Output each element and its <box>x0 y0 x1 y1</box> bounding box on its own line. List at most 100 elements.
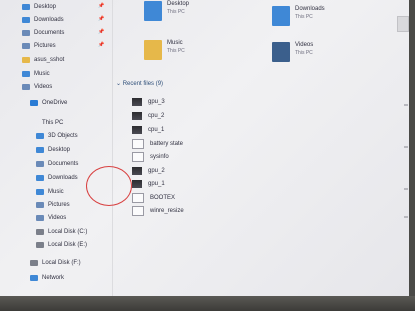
recent-file-row[interactable]: gpu_3 <box>132 96 165 108</box>
recent-file-row[interactable]: battery state <box>132 138 183 150</box>
pin-icon: 📌 <box>98 42 105 48</box>
folder-icon <box>272 42 290 62</box>
sidebar-item-label: Videos <box>34 83 53 90</box>
sidebar-item-label: Pictures <box>48 201 70 208</box>
sidebar-item-label: Local Disk (E:) <box>48 241 88 248</box>
file-name: gpu_3 <box>148 99 165 105</box>
image-file-icon <box>132 167 142 175</box>
document-file-icon <box>132 139 144 149</box>
pin-icon: 📌 <box>98 3 105 9</box>
pin-icon: 📌 <box>98 29 105 35</box>
sidebar-item[interactable]: Network <box>30 272 64 283</box>
folder-icon <box>36 188 44 195</box>
sidebar-item[interactable]: Pictures <box>36 199 70 210</box>
folder-icon <box>36 201 44 208</box>
sidebar-item[interactable]: Desktop <box>22 1 56 12</box>
file-explorer-window: Desktop 📌 Downloads 📌 Documents 📌 Pictures 📌 asu… <box>0 0 410 300</box>
recent-file-row[interactable]: cpu_2 <box>132 110 164 122</box>
sidebar-item[interactable]: Desktop <box>36 144 70 155</box>
document-file-icon <box>132 152 144 162</box>
sidebar-item[interactable]: Videos <box>36 212 66 223</box>
sidebar-item[interactable]: Documents <box>36 158 78 169</box>
quick-access-content: ⌄ Recent files (9) Desktop This PC Downloa… <box>112 0 410 300</box>
folder-icon <box>36 174 44 181</box>
chevron-down-icon: ⌄ <box>116 81 123 87</box>
computer-icon <box>30 120 38 126</box>
sidebar-item[interactable]: Music <box>36 186 64 197</box>
file-name: gpu_2 <box>148 168 165 174</box>
file-name: winre_resize <box>150 208 184 214</box>
sidebar-item[interactable]: Pictures <box>22 40 56 51</box>
sidebar-item-label: Local Disk (C:) <box>48 228 88 235</box>
sidebar-item[interactable]: Local Disk (E:) <box>36 239 87 250</box>
folder-icon <box>22 42 30 49</box>
network-icon <box>30 274 38 281</box>
folder-name: Desktop <box>167 1 190 7</box>
sidebar-item-label: OneDrive <box>42 99 68 106</box>
sidebar-item-label: Desktop <box>48 146 71 153</box>
sidebar-item-label: Music <box>48 188 64 195</box>
sidebar-item-label: Downloads <box>48 174 78 181</box>
sidebar-item[interactable]: Downloads <box>36 172 78 183</box>
column-mark <box>404 188 408 190</box>
recent-file-row[interactable]: gpu_1 <box>132 178 165 190</box>
folder-icon <box>22 83 30 90</box>
screen-bezel-bottom <box>0 296 415 311</box>
sidebar-item[interactable]: Music <box>22 68 50 79</box>
recent-file-row[interactable]: winre_resize <box>132 205 184 217</box>
folder-tile[interactable]: Desktop This PC <box>144 1 189 21</box>
sidebar-item[interactable]: asus_sshot <box>22 54 64 65</box>
recent-files-header[interactable]: ⌄ Recent files (9) <box>116 80 163 87</box>
folder-tile[interactable]: Downloads This PC <box>272 6 325 26</box>
column-mark <box>404 216 408 218</box>
folder-icon <box>22 29 30 36</box>
sidebar-item-label: Downloads <box>34 16 64 23</box>
sidebar-item-label: asus_sshot <box>34 56 65 63</box>
file-name: gpu_1 <box>148 181 165 187</box>
sidebar-item-label: Local Disk (F:) <box>42 259 81 266</box>
sidebar-item[interactable]: Documents <box>22 27 64 38</box>
navigation-pane: Desktop 📌 Downloads 📌 Documents 📌 Pictures 📌 asu… <box>0 0 113 300</box>
folder-icon <box>36 132 44 139</box>
folder-text: Videos This PC <box>295 42 313 62</box>
folder-name: Videos <box>295 42 314 48</box>
recent-file-row[interactable]: BOOTEX <box>132 192 175 204</box>
recent-file-row[interactable]: sysinfo <box>132 151 169 163</box>
sidebar-item-label: Network <box>42 274 65 281</box>
folder-text: Music This PC <box>167 40 185 60</box>
folder-name: Downloads <box>295 6 325 12</box>
folder-icon <box>144 1 162 21</box>
folder-tile[interactable]: Videos This PC <box>272 42 313 62</box>
sidebar-item-label: 3D Objects <box>48 132 78 139</box>
sidebar-item-label: Videos <box>48 214 67 221</box>
folder-location: This PC <box>167 48 185 54</box>
folder-location: This PC <box>295 50 313 56</box>
cloud-icon <box>30 99 38 106</box>
sidebar-item[interactable]: OneDrive <box>30 97 67 108</box>
file-name: BOOTEX <box>150 195 176 201</box>
sidebar-item[interactable]: Downloads <box>22 14 64 25</box>
file-name: sysinfo <box>150 154 169 160</box>
sidebar-item-label: Music <box>34 70 50 77</box>
folder-icon <box>22 3 30 10</box>
folder-icon <box>36 146 44 153</box>
folder-icon <box>22 70 30 77</box>
folder-location: This PC <box>167 9 185 15</box>
folder-icon-partial[interactable] <box>397 16 409 32</box>
folder-tile[interactable]: Music This PC <box>144 40 185 60</box>
file-name: cpu_1 <box>148 127 165 133</box>
recent-file-row[interactable]: cpu_1 <box>132 124 164 136</box>
sidebar-item[interactable]: Local Disk (F:) <box>30 257 81 268</box>
image-file-icon <box>132 126 142 134</box>
sidebar-item[interactable]: 3D Objects <box>36 130 78 141</box>
recent-file-row[interactable]: gpu_2 <box>132 165 165 177</box>
sidebar-item[interactable]: Videos <box>22 81 52 92</box>
sidebar-item[interactable]: This PC <box>30 117 63 128</box>
folder-icon <box>36 214 44 221</box>
drive-icon <box>36 228 44 235</box>
sidebar-item[interactable]: Local Disk (C:) <box>36 226 87 237</box>
folder-text: Desktop This PC <box>167 1 189 21</box>
sidebar-item-label: This PC <box>42 119 64 126</box>
folder-icon <box>36 160 44 167</box>
file-name: cpu_2 <box>148 113 165 119</box>
